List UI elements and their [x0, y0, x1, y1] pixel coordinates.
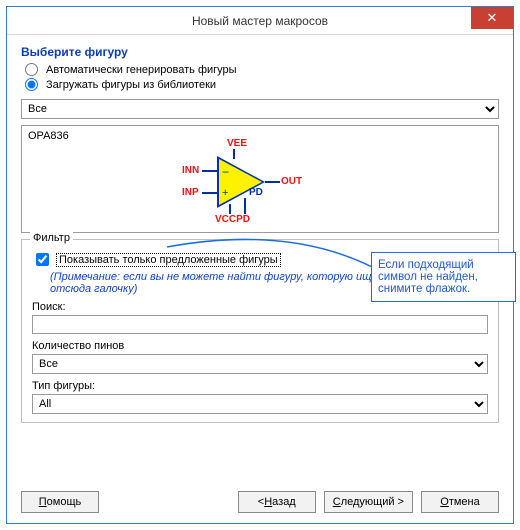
window-title: Новый мастер макросов [192, 14, 328, 28]
label-out: OUT [281, 176, 302, 187]
plus-icon: + [222, 187, 228, 199]
wizard-window: Новый мастер макросов ✕ Выберите фигуру … [6, 6, 514, 524]
pincount-dropdown[interactable]: Все [32, 354, 488, 374]
part-name: OPA836 [28, 130, 69, 142]
library-dropdown[interactable]: Все [21, 99, 499, 119]
pin-vee [233, 149, 235, 159]
shapetype-label: Тип фигуры: [32, 380, 488, 392]
pin-inp [202, 192, 217, 194]
pin-vcc [229, 204, 231, 214]
titlebar: Новый мастер макросов ✕ [7, 7, 513, 35]
symbol-preview: OPA836 − + VEE INN INP OUT PD VCCPD [21, 125, 499, 233]
radio-load-library[interactable]: Загружать фигуры из библиотеки [25, 78, 499, 91]
shapetype-dropdown[interactable]: All [32, 394, 488, 414]
label-vccpd: VCCPD [215, 214, 250, 225]
button-bar: Помощь < Назад Следующий > Отмена [7, 491, 513, 513]
callout-text: Если подходящий символ не найден, снимит… [378, 259, 478, 295]
label-inn: INN [182, 165, 199, 176]
radio-auto-generate[interactable]: Автоматически генерировать фигуры [25, 63, 499, 76]
pin-inn [202, 170, 217, 172]
pin-out [265, 181, 280, 183]
close-icon: ✕ [487, 10, 498, 26]
only-suggested-label: Показывать только предложенные фигуры [56, 253, 281, 267]
label-pd: PD [249, 187, 263, 198]
search-input[interactable] [32, 315, 488, 334]
radio-auto-input[interactable] [25, 63, 38, 76]
body: Выберите фигуру Автоматически генерирова… [7, 35, 513, 431]
only-suggested-input[interactable] [36, 253, 49, 266]
radio-auto-label: Автоматически генерировать фигуры [46, 64, 237, 76]
minus-icon: − [222, 165, 229, 179]
close-button[interactable]: ✕ [471, 7, 513, 29]
next-button[interactable]: Следующий > [324, 491, 413, 513]
radio-lib-input[interactable] [25, 78, 38, 91]
label-vee: VEE [227, 138, 247, 149]
pincount-label: Количество пинов [32, 340, 488, 352]
filter-legend: Фильтр [30, 232, 73, 244]
pin-pd [244, 198, 246, 214]
back-button[interactable]: < Назад [238, 491, 316, 513]
radio-lib-label: Загружать фигуры из библиотеки [46, 79, 216, 91]
label-inp: INP [182, 187, 199, 198]
callout-box: Если подходящий символ не найден, снимит… [371, 252, 516, 302]
section-title: Выберите фигуру [21, 45, 499, 59]
search-label: Поиск: [32, 301, 488, 313]
cancel-button[interactable]: Отмена [421, 491, 499, 513]
help-button[interactable]: Помощь [21, 491, 99, 513]
